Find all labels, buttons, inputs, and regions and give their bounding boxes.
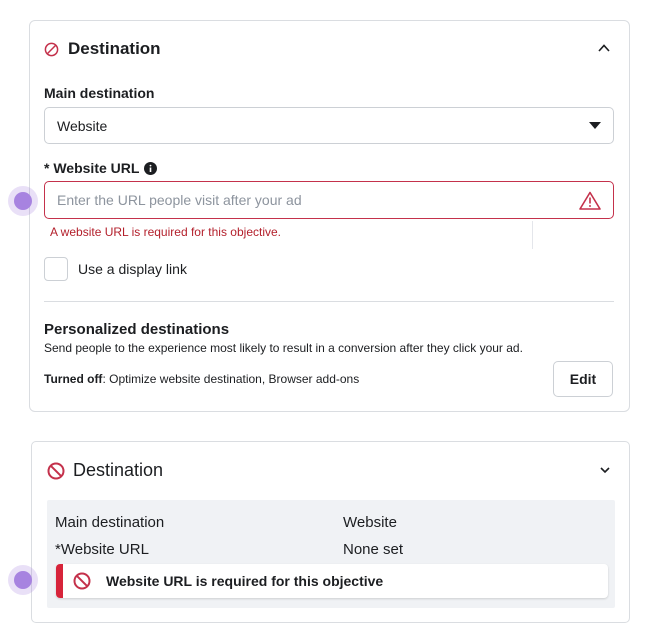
info-icon[interactable]: [144, 161, 158, 175]
ban-icon: [47, 462, 65, 480]
summary-row-value: Website: [343, 514, 397, 531]
website-url-label: * Website URL: [44, 160, 140, 176]
website-url-label-row: * Website URL: [44, 160, 158, 176]
display-link-label: Use a display link: [78, 261, 187, 277]
main-destination-label: Main destination: [44, 85, 155, 101]
chevron-up-icon[interactable]: [597, 41, 611, 60]
highlight-marker: [8, 186, 38, 216]
website-url-placeholder: Enter the URL people visit after your ad: [57, 192, 302, 208]
summary-title: Destination: [73, 460, 164, 480]
section-divider: [44, 301, 614, 302]
chevron-down-icon[interactable]: [599, 463, 611, 481]
summary-header[interactable]: Destination: [47, 460, 163, 481]
ban-icon: [73, 572, 91, 595]
highlight-marker: [8, 565, 38, 595]
error-banner: Website URL is required for this objecti…: [56, 564, 608, 598]
summary-row-value: None set: [343, 541, 404, 558]
status-detail: : Optimize website destination, Browser …: [102, 372, 360, 386]
summary-row-label: *Website URL: [55, 541, 149, 558]
website-url-input[interactable]: Enter the URL people visit after your ad: [44, 181, 614, 219]
personalized-description: Send people to the experience most likel…: [44, 341, 523, 355]
destination-panel-expanded: Destination Main destination Website * W…: [29, 20, 630, 412]
display-link-checkbox[interactable]: [44, 257, 68, 281]
divider: [532, 221, 533, 249]
caret-down-icon: [589, 121, 601, 130]
panel-title: Destination: [68, 39, 161, 58]
main-destination-value: Website: [57, 117, 108, 134]
status-label: Turned off: [44, 372, 103, 386]
ban-icon: [44, 42, 59, 57]
error-banner-accent: [56, 564, 63, 598]
destination-panel-collapsed: Destination Main destination Website *We…: [31, 441, 630, 623]
main-destination-select[interactable]: Website: [44, 107, 614, 144]
website-url-error: A website URL is required for this objec…: [50, 225, 281, 239]
error-banner-text: Website URL is required for this objecti…: [106, 573, 384, 589]
panel-header[interactable]: Destination: [44, 39, 161, 59]
personalized-title: Personalized destinations: [44, 321, 230, 338]
warning-icon: [579, 191, 601, 210]
personalized-status: Turned off: Optimize website destination…: [44, 372, 359, 386]
summary-row-label: Main destination: [55, 514, 165, 531]
edit-button[interactable]: Edit: [553, 361, 613, 397]
